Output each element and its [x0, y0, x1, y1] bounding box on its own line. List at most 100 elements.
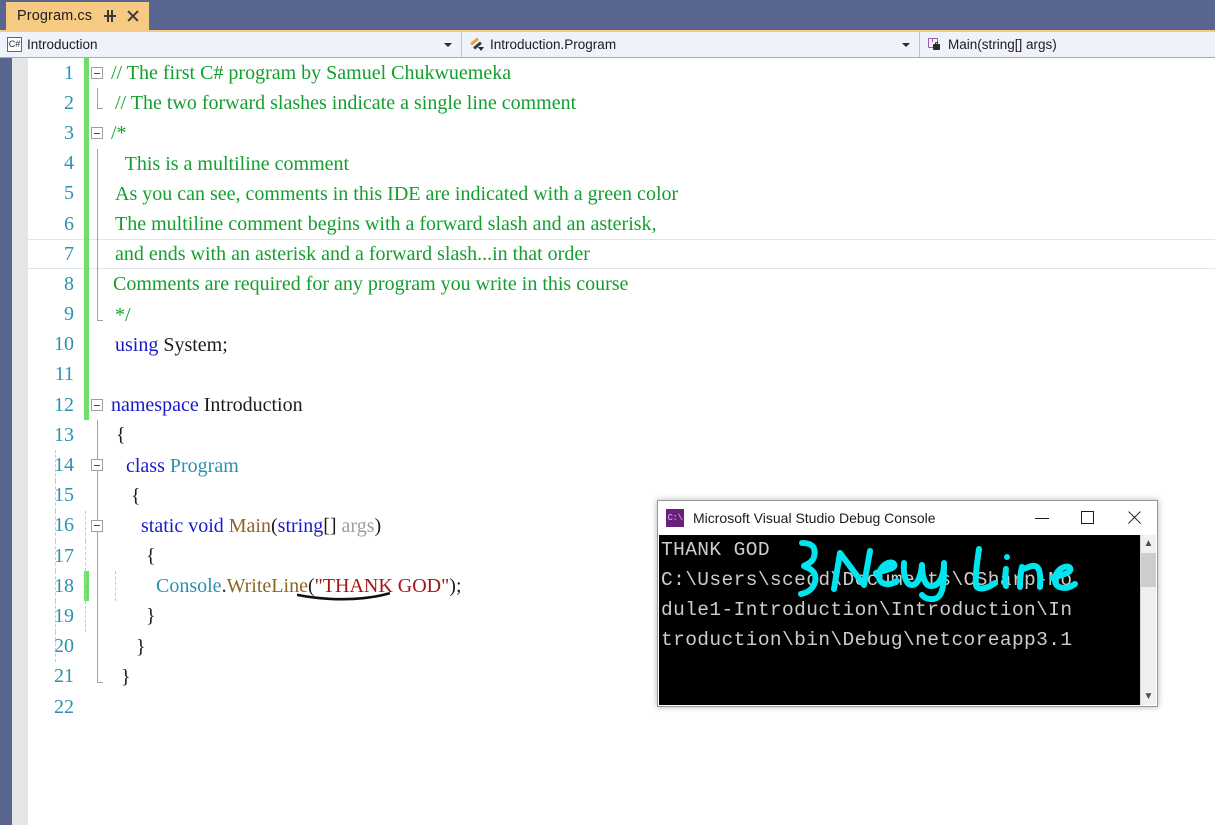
maximize-button[interactable]: [1065, 501, 1111, 535]
fold-region-line: [96, 239, 98, 270]
fold-margin: [89, 178, 111, 209]
code-text: The multiline comment begins with a forw…: [115, 213, 657, 236]
line-number: 5: [64, 182, 74, 205]
code-line[interactable]: 6 The multiline comment begins with a fo…: [28, 208, 1215, 240]
navigation-bar: C# Introduction Introduction.Program Mai…: [0, 30, 1215, 58]
code-line[interactable]: 11: [28, 359, 1215, 391]
csharp-project-icon: C#: [7, 37, 22, 52]
console-scrollbar[interactable]: ▲ ▼: [1140, 535, 1156, 705]
line-number: 1: [64, 61, 74, 84]
tab-program-cs[interactable]: Program.cs: [6, 2, 150, 30]
fold-collapse-icon[interactable]: [91, 519, 103, 532]
fold-margin[interactable]: [89, 390, 111, 420]
nav-project-label: Introduction: [27, 37, 98, 52]
chevron-down-icon[interactable]: [444, 42, 452, 47]
code-text: Comments are required for any program yo…: [113, 273, 629, 296]
code-text: using System;: [115, 333, 228, 356]
close-icon[interactable]: [126, 9, 140, 23]
nav-dropdown-project[interactable]: C# Introduction: [0, 32, 462, 57]
chevron-down-icon[interactable]: [902, 42, 910, 47]
minimize-button[interactable]: [1019, 501, 1065, 535]
fold-margin: [89, 208, 111, 240]
code-text: This is a multiline comment: [115, 152, 350, 175]
nav-member-label: Main(string[] args): [948, 37, 1057, 52]
window-buttons: [1019, 501, 1157, 535]
code-line[interactable]: 1 // The first C# program by Samuel Chuk…: [28, 58, 1215, 89]
fold-margin: [89, 330, 111, 360]
code-text: // The first C# program by Samuel Chukwu…: [111, 62, 512, 85]
fold-margin: [89, 631, 111, 662]
scroll-up-arrow[interactable]: ▲: [1141, 535, 1156, 552]
code-line[interactable]: 13 {: [28, 420, 1215, 451]
code-text: class Program: [55, 450, 1215, 481]
fold-margin: [89, 299, 111, 330]
console-output-area[interactable]: THANK GOD C:\Users\scedd\Documents\CShar…: [659, 535, 1142, 705]
fold-margin: [89, 148, 111, 179]
line-number: 18: [54, 574, 74, 597]
left-rail: [0, 0, 12, 825]
fold-collapse-icon[interactable]: [91, 399, 103, 412]
code-line[interactable]: 3 /*: [28, 118, 1215, 149]
code-text: namespace Introduction: [111, 394, 303, 417]
fold-region-line: [96, 571, 98, 602]
code-line-current[interactable]: 7 and ends with an asterisk and a forwar…: [28, 239, 1215, 270]
fold-region-line: [96, 601, 98, 632]
line-number: 20: [54, 635, 74, 658]
line-number: 12: [54, 393, 74, 416]
code-line[interactable]: 4 This is a multiline comment: [28, 148, 1215, 179]
fold-margin: [89, 571, 111, 602]
method-private-icon: [927, 37, 943, 52]
line-number: 22: [54, 695, 74, 718]
fold-margin[interactable]: [89, 118, 111, 148]
line-number: 21: [54, 665, 74, 688]
code-line[interactable]: 2 // The two forward slashes indicate a …: [28, 88, 1215, 119]
code-text: // The two forward slashes indicate a si…: [115, 92, 577, 115]
code-line[interactable]: 9 */: [28, 299, 1215, 330]
console-title: Microsoft Visual Studio Debug Console: [693, 510, 936, 526]
fold-collapse-icon[interactable]: [91, 127, 103, 140]
fold-region-end: [96, 661, 103, 683]
fold-margin: [89, 360, 111, 390]
fold-margin: [89, 239, 111, 270]
scroll-down-arrow[interactable]: ▼: [1141, 688, 1156, 705]
console-title-bar[interactable]: C:\ Microsoft Visual Studio Debug Consol…: [658, 501, 1157, 535]
code-text: {: [111, 424, 126, 447]
code-text: and ends with an asterisk and a forward …: [115, 243, 590, 266]
fold-margin: [89, 420, 111, 451]
nav-dropdown-type[interactable]: Introduction.Program: [462, 32, 920, 57]
debug-console-window[interactable]: C:\ Microsoft Visual Studio Debug Consol…: [657, 500, 1158, 707]
pin-icon[interactable]: [103, 9, 117, 23]
close-button[interactable]: [1111, 501, 1157, 535]
tab-label: Program.cs: [17, 8, 93, 24]
fold-region-end: [96, 88, 103, 110]
code-text: /*: [111, 122, 127, 145]
code-line[interactable]: 12 namespace Introduction: [28, 390, 1215, 421]
nav-dropdown-member[interactable]: Main(string[] args): [920, 32, 1215, 57]
scrollbar-thumb[interactable]: [1141, 553, 1156, 587]
fold-region-line: [96, 541, 98, 572]
fold-margin: [89, 480, 111, 511]
line-number: 19: [54, 604, 74, 627]
line-number: 17: [54, 544, 74, 567]
console-output-line: C:\Users\scedd\Documents\CSharp-Mo: [661, 569, 1073, 591]
line-number: 3: [64, 121, 74, 144]
fold-region-line: [96, 420, 98, 451]
fold-margin[interactable]: [89, 88, 111, 118]
code-line[interactable]: 10 using System;: [28, 329, 1215, 360]
line-number: 11: [54, 363, 74, 386]
fold-margin[interactable]: [89, 450, 111, 481]
code-line[interactable]: 8 Comments are required for any program …: [28, 269, 1215, 300]
nav-type-label: Introduction.Program: [490, 37, 617, 52]
code-line[interactable]: 5 As you can see, comments in this IDE a…: [28, 178, 1215, 209]
code-editor[interactable]: 1 // The first C# program by Samuel Chuk…: [28, 58, 1215, 825]
fold-margin[interactable]: [89, 510, 111, 541]
code-text: */: [115, 303, 131, 326]
code-line[interactable]: 14 class Program: [28, 450, 1215, 481]
fold-margin[interactable]: [89, 58, 111, 88]
console-output-line: dule1-Introduction\Introduction\In: [661, 599, 1073, 621]
fold-region-line: [96, 269, 98, 300]
fold-margin: [89, 601, 111, 632]
fold-collapse-icon[interactable]: [91, 67, 103, 79]
visual-studio-window: Program.cs C# Introduction Introduction.…: [0, 0, 1215, 825]
fold-collapse-icon[interactable]: [91, 459, 103, 472]
